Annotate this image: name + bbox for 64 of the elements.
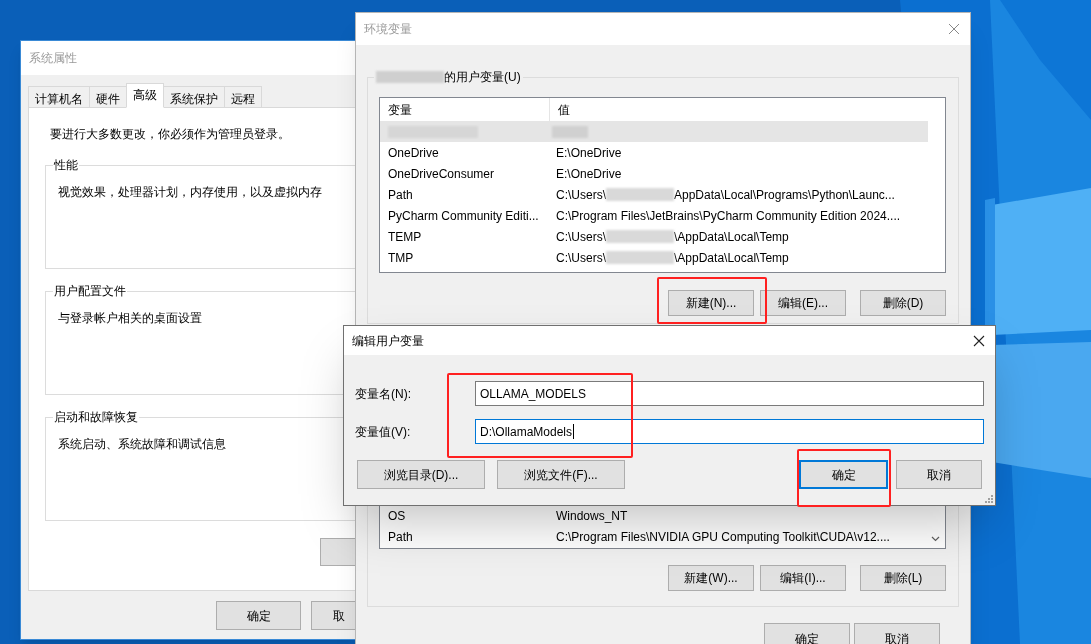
- dialog-button[interactable]: 确定: [799, 460, 888, 489]
- close-icon[interactable]: [973, 334, 985, 347]
- window-title: 系统属性: [29, 50, 77, 67]
- variable-name: TEMP: [387, 228, 423, 246]
- variable-name: OneDriveConsumer: [387, 165, 496, 183]
- group-description: 视觉效果，处理器计划，内存使用，以及虚拟内存: [58, 184, 322, 201]
- variable-name: Path: [387, 528, 414, 546]
- field-label: 变量名(N):: [355, 385, 412, 403]
- variable-value: C:\Users\ AppData\Local\Programs\Python\Launc...: [555, 186, 895, 204]
- window-title: 编辑用户变量: [352, 332, 424, 350]
- tab[interactable]: 远程: [224, 86, 262, 108]
- tab[interactable]: 硬件: [89, 86, 127, 108]
- dialog-button[interactable]: 浏览目录(D)...: [357, 460, 485, 489]
- dialog-button[interactable]: 浏览文件(F)...: [497, 460, 625, 489]
- dialog-button[interactable]: 确定: [764, 623, 850, 644]
- variable-value: E:\OneDrive: [555, 144, 622, 162]
- variable-value: Windows_NT: [555, 507, 628, 525]
- window-title: 环境变量: [364, 21, 412, 38]
- list-row[interactable]: PyCharm Community Editi... C:\Program Files\JetBrains\PyCharm Community Edition 2024....: [380, 205, 928, 226]
- list-row[interactable]: TMP C:\Users\ \AppData\Local\Temp: [380, 247, 928, 268]
- dialog-button[interactable]: 新建(N)...: [668, 290, 754, 316]
- dialog-button[interactable]: 新建(W)...: [668, 565, 754, 592]
- list-row[interactable]: TEMP C:\Users\ \AppData\Local\Temp: [380, 226, 928, 247]
- redacted-bar: [376, 71, 444, 83]
- variable-name: TMP: [387, 249, 415, 267]
- variable-value: C:\Program Files\NVIDIA GPU Computing Toolkit\CUDA\v12....: [555, 528, 890, 546]
- variable-name: OS: [387, 507, 407, 525]
- tab[interactable]: 高级: [126, 83, 164, 108]
- group-description: 系统启动、系统故障和调试信息: [58, 436, 226, 453]
- group-description: 与登录帐户相关的桌面设置: [58, 310, 202, 327]
- tab[interactable]: 系统保护: [163, 86, 225, 108]
- group-legend: 启动和故障恢复: [53, 410, 139, 424]
- group-legend: 的用户变量(U): [444, 70, 521, 84]
- dialog-button[interactable]: 取: [311, 601, 356, 630]
- tab[interactable]: 计算机名: [28, 86, 90, 108]
- scroll-down-icon[interactable]: [931, 536, 940, 543]
- dialog-button[interactable]: 确定: [216, 601, 302, 630]
- list-row[interactable]: OneDrive E:\OneDrive: [380, 142, 928, 163]
- admin-note: 要进行大多数更改，你必须作为管理员登录。: [49, 126, 291, 143]
- input-field[interactable]: OLLAMA_MODELS: [475, 381, 984, 406]
- dialog-button[interactable]: 删除(L): [860, 565, 946, 592]
- variable-name: Path: [387, 186, 414, 204]
- dialog-button[interactable]: 取消: [854, 623, 940, 644]
- variable-name: OneDrive: [387, 144, 440, 162]
- dialog-button[interactable]: 编辑(E)...: [760, 290, 846, 316]
- column-header[interactable]: 值: [550, 98, 570, 121]
- list-row[interactable]: Path C:\Users\ AppData\Local\Programs\Python\Launc...: [380, 184, 928, 205]
- list-row[interactable]: OneDriveConsumer E:\OneDrive: [380, 163, 928, 184]
- group-legend: 性能: [53, 158, 79, 172]
- dialog-button[interactable]: 编辑(I)...: [760, 565, 846, 592]
- variable-value: C:\Users\ \AppData\Local\Temp: [555, 249, 789, 267]
- partly-hidden-button[interactable]: [320, 538, 356, 566]
- resize-grip-icon[interactable]: [985, 495, 993, 503]
- variable-value: C:\Users\ \AppData\Local\Temp: [555, 228, 789, 246]
- variable-value: C:\Program Files\JetBrains\PyCharm Community Edition 2024....: [555, 207, 901, 225]
- dialog-button[interactable]: 取消: [896, 460, 982, 489]
- group-legend: 用户配置文件: [53, 284, 127, 298]
- input-field[interactable]: D:\OllamaModels: [475, 419, 984, 444]
- variable-value: E:\OneDrive: [555, 165, 622, 183]
- variable-name: PyCharm Community Editi...: [387, 207, 540, 225]
- field-label: 变量值(V):: [355, 423, 412, 441]
- list-row[interactable]: OS Windows_NT: [380, 505, 928, 527]
- list-row[interactable]: Path C:\Program Files\NVIDIA GPU Computing Toolkit\CUDA\v12....: [380, 526, 928, 548]
- dialog-button[interactable]: 删除(D): [860, 290, 946, 316]
